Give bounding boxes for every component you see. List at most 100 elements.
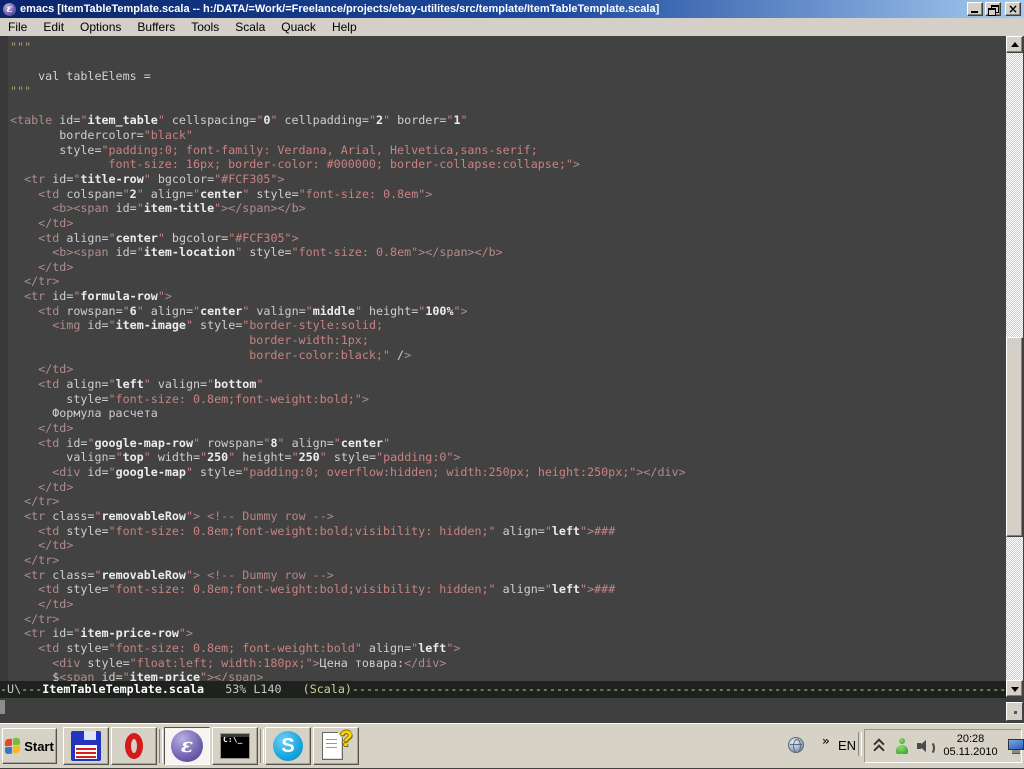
code-line[interactable]: <tr id="formula-row"> bbox=[10, 289, 686, 304]
scrollbar-thumb[interactable] bbox=[1006, 337, 1023, 537]
modeline-flags: -U\--- bbox=[0, 682, 42, 696]
quicklaunch-separator bbox=[260, 729, 264, 763]
code-line[interactable] bbox=[10, 99, 686, 114]
volume-icon[interactable] bbox=[916, 738, 930, 754]
quicklaunch-opera[interactable] bbox=[111, 727, 157, 765]
menu-item-edit[interactable]: Edit bbox=[35, 19, 72, 36]
language-indicator[interactable]: EN bbox=[838, 738, 856, 753]
left-fringe bbox=[0, 36, 8, 681]
emacs-icon: ε bbox=[171, 730, 203, 762]
start-button-label: Start bbox=[24, 739, 54, 754]
opera-icon bbox=[125, 733, 143, 759]
code-line[interactable]: """ bbox=[10, 84, 686, 99]
show-hidden-icons-icon[interactable] bbox=[873, 740, 882, 752]
code-line[interactable]: bordercolor="black" bbox=[10, 128, 686, 143]
tray-divider bbox=[858, 732, 862, 756]
menu-item-scala[interactable]: Scala bbox=[227, 19, 273, 36]
minimize-button[interactable] bbox=[967, 2, 983, 16]
code-line[interactable]: <td style="font-size: 0.8em; font-weight… bbox=[10, 641, 686, 656]
menu-item-help[interactable]: Help bbox=[324, 19, 365, 36]
menu-item-tools[interactable]: Tools bbox=[183, 19, 227, 36]
editor-buffer[interactable]: """ val tableElems = """ <table id="item_… bbox=[0, 36, 1006, 681]
vertical-scrollbar[interactable] bbox=[1006, 36, 1023, 697]
code-line[interactable]: </td> bbox=[10, 538, 686, 553]
code-line[interactable]: <td id="google-map-row" rowspan="8" alig… bbox=[10, 436, 686, 451]
show-desktop-monitor-icon[interactable] bbox=[1008, 738, 1022, 754]
resize-grip[interactable] bbox=[1006, 702, 1023, 721]
code-line[interactable]: <b><span id="item-title"></span></b> bbox=[10, 201, 686, 216]
code-line[interactable]: <img id="item-image" style="border-style… bbox=[10, 318, 686, 333]
menu-item-file[interactable]: File bbox=[0, 19, 35, 36]
system-tray: » EN 20:28 05.11.2010 bbox=[784, 724, 1024, 769]
quicklaunch-save-floppy[interactable] bbox=[63, 727, 109, 765]
code-line[interactable]: <div style="float:left; width:180px;">Це… bbox=[10, 656, 686, 671]
window-title: emacs [ItemTableTemplate.scala -- h:/DAT… bbox=[20, 0, 967, 18]
quicklaunch-command-prompt[interactable] bbox=[212, 727, 258, 765]
code-line[interactable]: </td> bbox=[10, 216, 686, 231]
modeline-dashes: ----------------------------------------… bbox=[352, 682, 1006, 696]
modeline-position: 53% bbox=[225, 682, 246, 696]
code-line[interactable]: border-color:black;" /> bbox=[10, 348, 686, 363]
echo-area[interactable] bbox=[0, 698, 1024, 723]
quicklaunch-emacs[interactable]: ε bbox=[164, 727, 210, 765]
restore-button[interactable] bbox=[985, 2, 1001, 16]
code-line[interactable]: <tr id="title-row" bgcolor="#FCF305"> bbox=[10, 172, 686, 187]
code-line[interactable]: </td> bbox=[10, 480, 686, 495]
code-line[interactable]: Формула расчета bbox=[10, 406, 686, 421]
code-line[interactable]: <td align="left" valign="bottom" bbox=[10, 377, 686, 392]
code-line[interactable]: font-size: 16px; border-color: #000000; … bbox=[10, 157, 686, 172]
code-line[interactable]: </tr> bbox=[10, 612, 686, 627]
code-line[interactable]: <td style="font-size: 0.8em;font-weight:… bbox=[10, 524, 686, 539]
command-prompt-icon bbox=[220, 733, 250, 759]
quicklaunch-skype[interactable]: S bbox=[265, 727, 311, 765]
scroll-up-button[interactable] bbox=[1006, 36, 1023, 53]
code-line[interactable]: val tableElems = bbox=[10, 69, 686, 84]
globe-tray-icon[interactable] bbox=[788, 737, 804, 753]
code-line[interactable]: $<span id="item-price"></span> bbox=[10, 670, 686, 681]
quicklaunch-separator bbox=[159, 729, 163, 763]
quicklaunch-help[interactable]: ? bbox=[313, 727, 359, 765]
code-line[interactable]: </td> bbox=[10, 260, 686, 275]
code-line[interactable]: </td> bbox=[10, 597, 686, 612]
code-line[interactable]: <tr class="removableRow"> <!-- Dummy row… bbox=[10, 568, 686, 583]
tray-clock[interactable]: 20:28 05.11.2010 bbox=[940, 733, 1002, 759]
scrollbar-track[interactable] bbox=[1006, 53, 1023, 680]
code-line[interactable]: <tr class="removableRow"> <!-- Dummy row… bbox=[10, 509, 686, 524]
code-line[interactable]: """ bbox=[10, 40, 686, 55]
code-line[interactable]: <td colspan="2" align="center" style="fo… bbox=[10, 187, 686, 202]
code-line[interactable]: <table id="item_table" cellspacing="0" c… bbox=[10, 113, 686, 128]
echo-corner-box bbox=[0, 700, 5, 714]
tray-date: 05.11.2010 bbox=[943, 746, 997, 759]
help-file-icon: ? bbox=[321, 731, 351, 761]
code-line[interactable]: </td> bbox=[10, 421, 686, 436]
code-line[interactable]: <td align="center" bgcolor="#FCF305"> bbox=[10, 231, 686, 246]
code-line[interactable]: <b><span id="item-location" style="font-… bbox=[10, 245, 686, 260]
code-line[interactable]: <td rowspan="6" align="center" valign="m… bbox=[10, 304, 686, 319]
menu-item-buffers[interactable]: Buffers bbox=[129, 19, 183, 36]
messenger-person-icon[interactable] bbox=[894, 738, 906, 754]
code-line[interactable]: </tr> bbox=[10, 553, 686, 568]
code-line[interactable]: border-width:1px; bbox=[10, 333, 686, 348]
menu-item-options[interactable]: Options bbox=[72, 19, 129, 36]
code-line[interactable]: style="font-size: 0.8em;font-weight:bold… bbox=[10, 392, 686, 407]
modeline-major-mode: (Scala) bbox=[303, 682, 352, 696]
start-button[interactable]: Start bbox=[2, 728, 57, 764]
code-line[interactable]: <td style="font-size: 0.8em;font-weight:… bbox=[10, 582, 686, 597]
modeline-buffer-name: ItemTableTemplate.scala bbox=[42, 682, 204, 696]
close-button[interactable] bbox=[1005, 2, 1021, 16]
code-line[interactable] bbox=[10, 55, 686, 70]
code-line[interactable]: <div id="google-map" style="padding:0; o… bbox=[10, 465, 686, 480]
code-area[interactable]: """ val tableElems = """ <table id="item_… bbox=[10, 40, 686, 681]
tray-time: 20:28 bbox=[957, 733, 985, 746]
code-line[interactable]: style="padding:0; font-family: Verdana, … bbox=[10, 143, 686, 158]
code-line[interactable]: valign="top" width="250" height="250" st… bbox=[10, 450, 686, 465]
menu-item-quack[interactable]: Quack bbox=[273, 19, 324, 36]
code-line[interactable]: </td> bbox=[10, 362, 686, 377]
windows-logo-icon bbox=[5, 738, 21, 754]
toolbar-overflow-chevron-icon[interactable]: » bbox=[822, 735, 830, 747]
scroll-down-button[interactable] bbox=[1006, 680, 1023, 697]
code-line[interactable]: <tr id="item-price-row"> bbox=[10, 626, 686, 641]
mode-line: -U\---ItemTableTemplate.scala 53% L140 (… bbox=[0, 681, 1006, 698]
code-line[interactable]: </tr> bbox=[10, 494, 686, 509]
code-line[interactable]: </tr> bbox=[10, 274, 686, 289]
